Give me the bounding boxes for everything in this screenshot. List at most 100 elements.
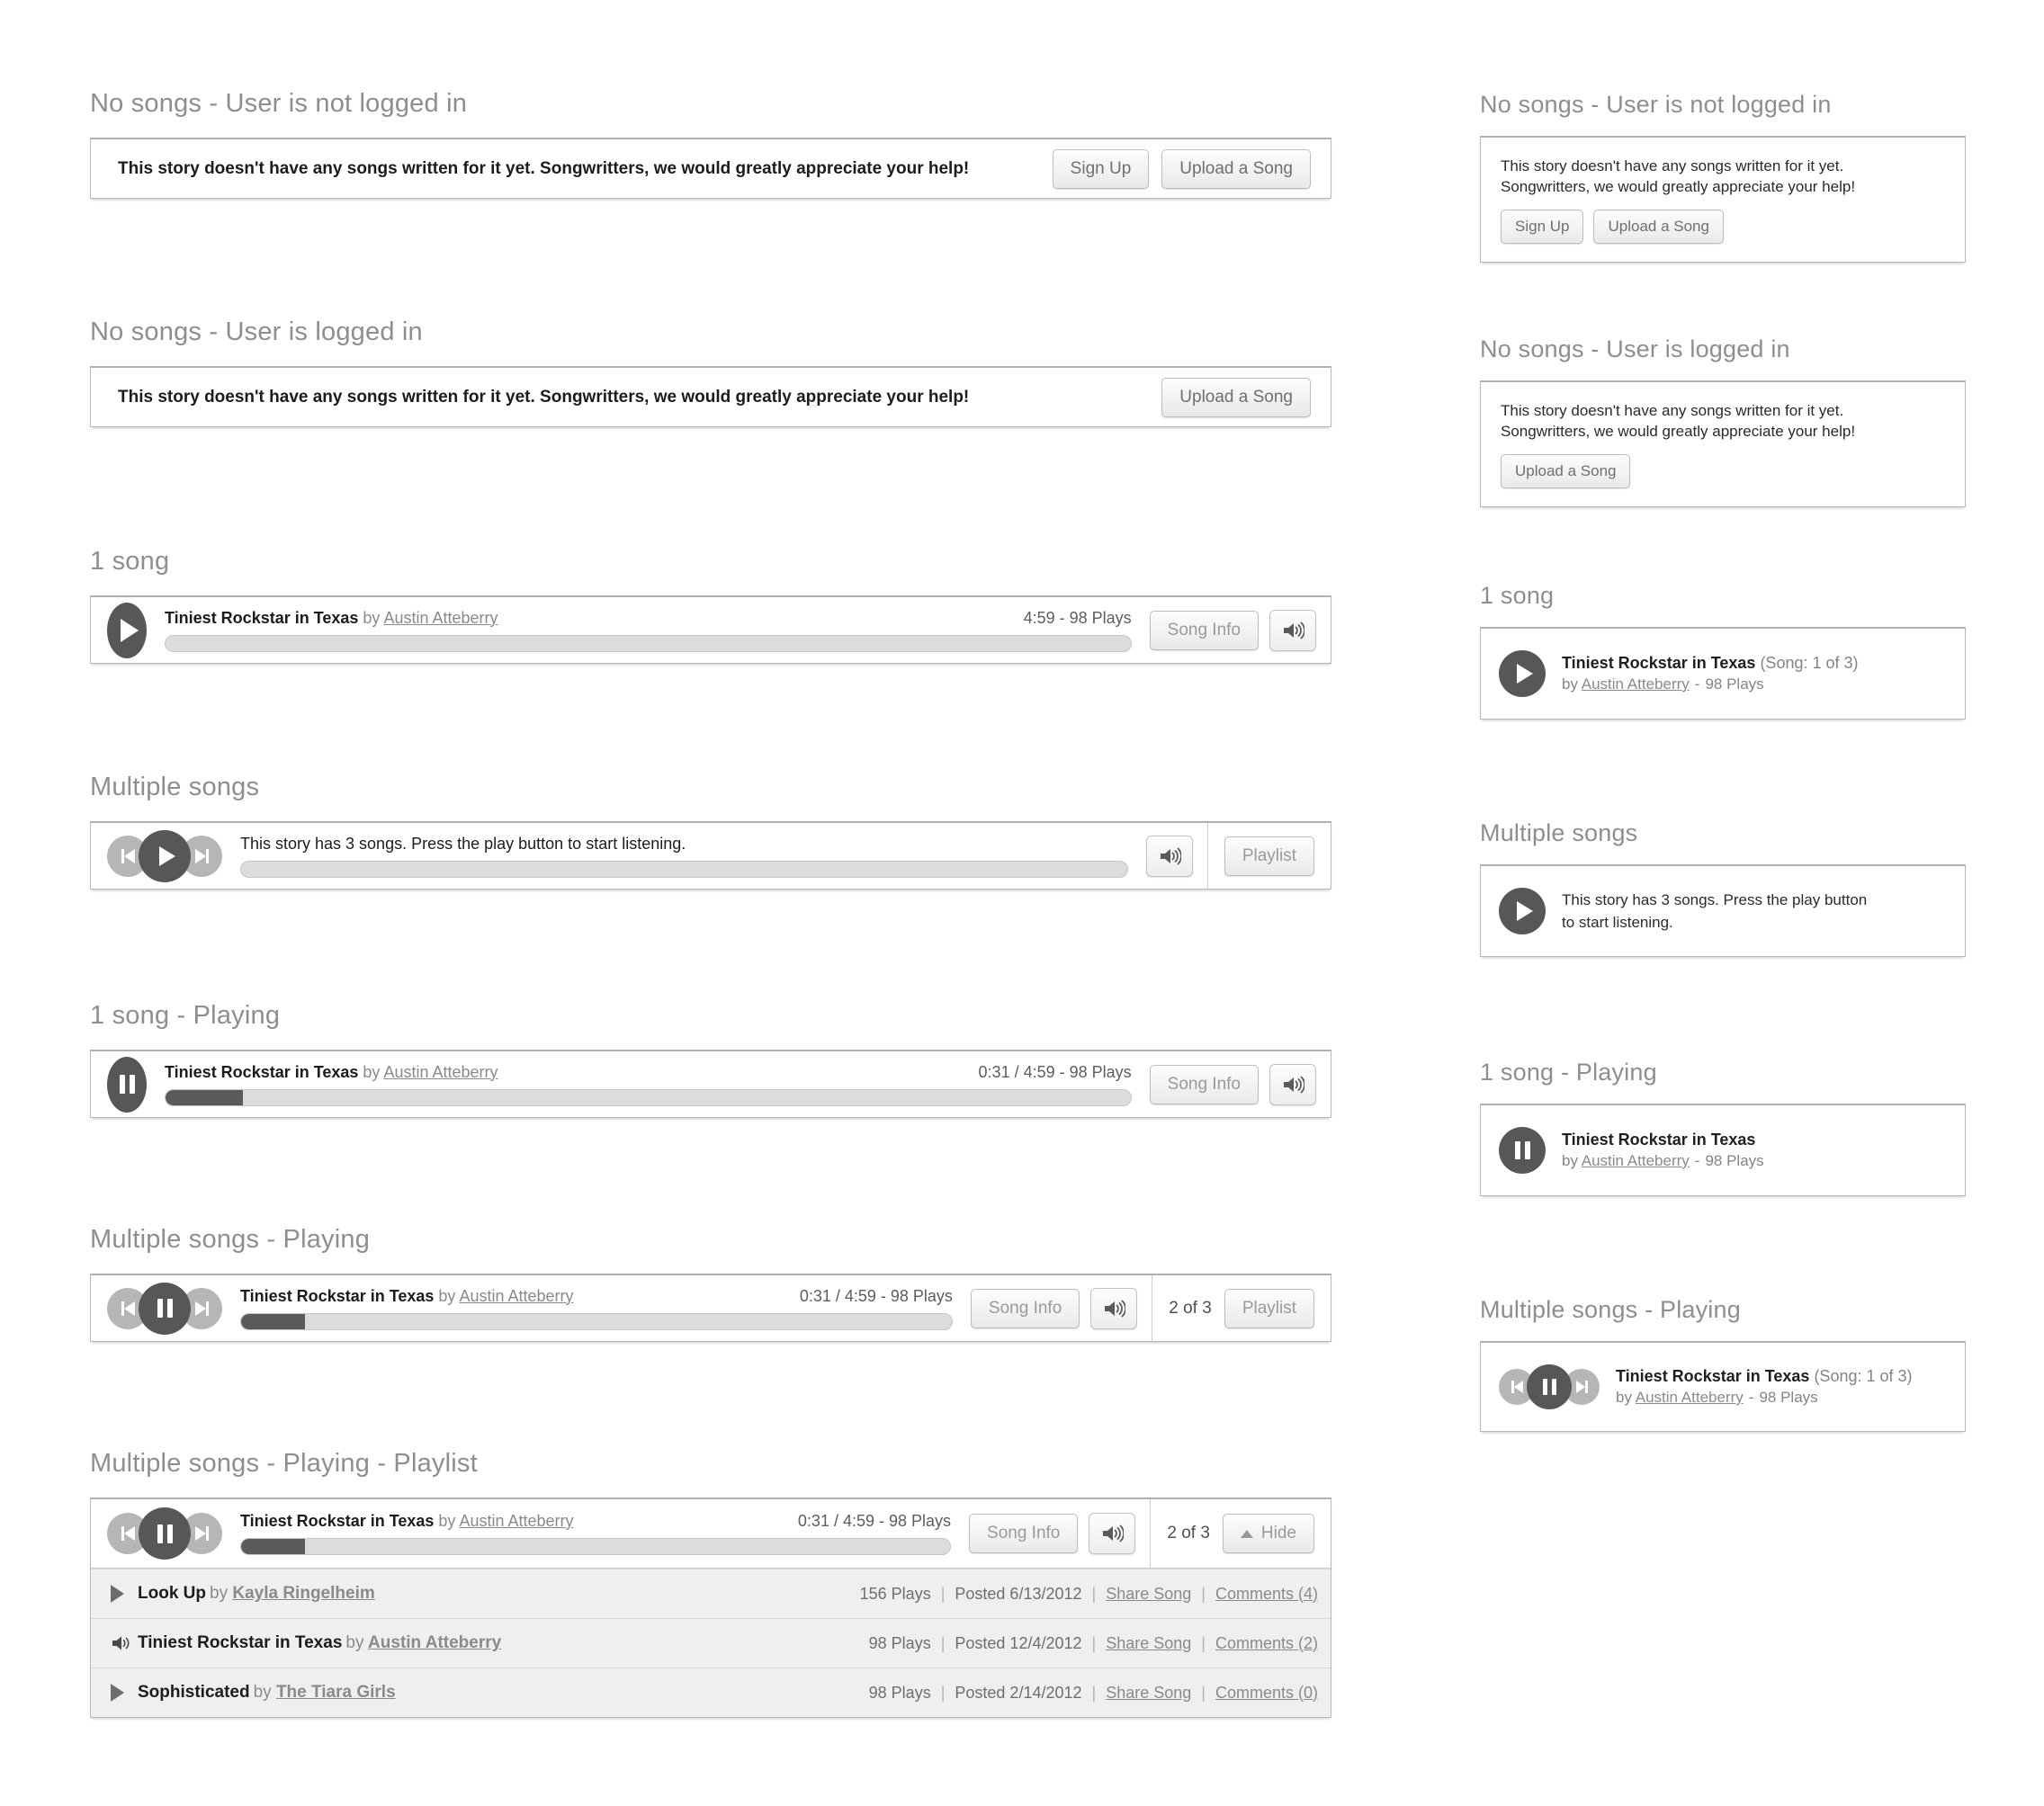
comments-link[interactable]: Comments (4) (1215, 1585, 1318, 1604)
play-button[interactable] (107, 602, 147, 658)
section-multiple-songs: Multiple songs This story has 3 songs. P… (90, 772, 1331, 890)
separator: | (1091, 1683, 1097, 1702)
sign-up-button[interactable]: Sign Up (1052, 148, 1150, 189)
player-track-line: This story has 3 songs. Press the play b… (240, 835, 1128, 854)
artist-line: by Austin Atteberry -98 Plays (1562, 674, 1859, 695)
section-multiple-songs: Multiple songs This story has 3 songs. P… (1480, 818, 1966, 957)
progress-bar[interactable] (165, 1088, 1132, 1106)
player-track-line: Tiniest Rockstar in Texas by Austin Atteb… (240, 1512, 951, 1531)
section-one-song-playing: 1 song - Playing Tiniest Rockstar in Tex… (90, 1000, 1331, 1118)
progress-bar[interactable] (240, 1312, 953, 1330)
artist-link[interactable]: Austin Atteberry (1636, 1389, 1744, 1406)
speaker-icon (112, 1636, 130, 1650)
previous-icon (121, 1526, 135, 1541)
artist-link[interactable]: Austin Atteberry (459, 1287, 573, 1305)
pause-button[interactable] (1527, 1364, 1572, 1409)
progress-bar[interactable] (240, 860, 1128, 878)
plays-count: 98 Plays (868, 1633, 931, 1652)
share-song-link[interactable]: Share Song (1106, 1585, 1191, 1604)
artist-link[interactable]: Austin Atteberry (383, 609, 498, 627)
mini-player: Tiniest Rockstar in Texas by Austin Atte… (1480, 1104, 1966, 1196)
by-label: by (438, 1286, 456, 1305)
volume-button[interactable] (1145, 835, 1193, 877)
pause-icon (1514, 1141, 1530, 1159)
share-song-link[interactable]: Share Song (1106, 1634, 1191, 1653)
playlist-button[interactable]: Playlist (1224, 1288, 1314, 1328)
play-icon (1516, 664, 1533, 684)
progress-bar[interactable] (165, 634, 1132, 652)
empty-state-buttons: Sign Up Upload a Song (1052, 148, 1311, 189)
section-one-song: 1 song Tiniest Rockstar in Texas (Song: … (1480, 581, 1966, 720)
hide-label: Hide (1260, 1524, 1296, 1542)
volume-button[interactable] (1269, 1063, 1316, 1105)
playlist-row[interactable]: Tiniest Rockstar in Texas by Austin Atteb… (91, 1618, 1331, 1667)
artist-link[interactable]: The Tiara Girls (276, 1683, 396, 1702)
track-title: Tiniest Rockstar in Texas (1562, 654, 1756, 672)
song-info-button[interactable]: Song Info (969, 1514, 1079, 1553)
progress-fill (241, 1539, 305, 1554)
upload-a-song-button[interactable]: Upload a Song (1161, 377, 1311, 417)
pause-button[interactable] (139, 1507, 191, 1560)
artist-link[interactable]: Austin Atteberry (383, 1063, 498, 1081)
mockup-page: No songs - User is not logged in This st… (0, 0, 2044, 1806)
transport-group (1499, 1364, 1600, 1409)
artist-link[interactable]: Austin Atteberry (1582, 1152, 1690, 1169)
section-title: Multiple songs (1480, 819, 1638, 846)
artist-link[interactable]: Austin Atteberry (1582, 675, 1690, 693)
row-icon[interactable] (111, 1684, 138, 1702)
separator: | (1201, 1683, 1206, 1702)
playlist-row[interactable]: Sophisticated by The Tiara Girls 98 Plays… (91, 1667, 1331, 1717)
dash-separator: - (1694, 675, 1700, 693)
play-button[interactable] (1499, 650, 1546, 697)
progress-bar[interactable] (240, 1538, 952, 1555)
mini-player-text: This story has 3 songs. Press the play b… (1562, 889, 1867, 934)
track-label: Tiniest Rockstar in Texas by Austin Atteb… (240, 1287, 574, 1306)
play-button[interactable] (139, 829, 191, 882)
comments-link[interactable]: Comments (2) (1215, 1634, 1318, 1653)
playlist-row[interactable]: Look Up by Kayla Ringelheim 156 Plays | P… (91, 1569, 1331, 1618)
volume-button[interactable] (1090, 1287, 1138, 1329)
section-no-songs-logged-out: No songs - User is not logged in This st… (1480, 90, 1966, 263)
comments-link[interactable]: Comments (0) (1215, 1684, 1318, 1703)
song-counter: 2 of 3 (1167, 1524, 1210, 1542)
player-center: Tiniest Rockstar in Texas by Austin Atteb… (228, 1499, 965, 1568)
song-title: Sophisticated (138, 1683, 250, 1702)
row-icon[interactable] (111, 1585, 138, 1603)
upload-a-song-button[interactable]: Upload a Song (1501, 454, 1631, 488)
volume-button[interactable] (1269, 609, 1316, 651)
play-button[interactable] (1499, 888, 1546, 934)
pause-button[interactable] (139, 1282, 191, 1335)
transport-group (107, 1282, 222, 1335)
pause-button[interactable] (107, 1056, 147, 1113)
song-title: Tiniest Rockstar in Texas (138, 1633, 343, 1652)
artist-link[interactable]: Austin Atteberry (459, 1512, 573, 1530)
song-info-button[interactable]: Song Info (1149, 1064, 1259, 1104)
separator: | (940, 1584, 946, 1603)
song-info-button[interactable]: Song Info (1149, 610, 1259, 650)
section-no-songs-logged-in: No songs - User is logged in This story … (1480, 335, 1966, 507)
hide-playlist-button[interactable]: Hide (1222, 1514, 1314, 1553)
empty-state-card: This story doesn't have any songs writte… (90, 138, 1331, 199)
row-icon[interactable] (111, 1634, 138, 1652)
upload-a-song-button[interactable]: Upload a Song (1593, 210, 1724, 244)
share-song-link[interactable]: Share Song (1106, 1684, 1191, 1703)
section-no-songs-logged-out: No songs - User is not logged in This st… (90, 88, 1331, 199)
playlist-card: Tiniest Rockstar in Texas by Austin Atteb… (90, 1498, 1331, 1718)
player-track-line: Tiniest Rockstar in Texas by Austin Atteb… (165, 609, 1132, 628)
posted-date: Posted 2/14/2012 (955, 1683, 1082, 1702)
player-actions: Song Info (1146, 1051, 1331, 1117)
separator: | (1091, 1584, 1097, 1603)
upload-a-song-button[interactable]: Upload a Song (1161, 148, 1311, 189)
track-meta: 4:59 - 98 Plays (1023, 608, 1132, 627)
song-info-button[interactable]: Song Info (970, 1288, 1080, 1328)
sign-up-button[interactable]: Sign Up (1501, 210, 1584, 244)
player-actions: Song Info (965, 1499, 1150, 1568)
artist-link[interactable]: Austin Atteberry (368, 1633, 501, 1652)
track-title: Tiniest Rockstar in Texas (1562, 1131, 1756, 1149)
playlist-button[interactable]: Playlist (1224, 836, 1314, 876)
speaker-icon (1103, 1524, 1125, 1542)
volume-button[interactable] (1089, 1513, 1136, 1554)
pause-button[interactable] (1499, 1127, 1546, 1174)
by-label: by (1616, 1389, 1632, 1406)
artist-link[interactable]: Kayla Ringelheim (232, 1584, 374, 1603)
